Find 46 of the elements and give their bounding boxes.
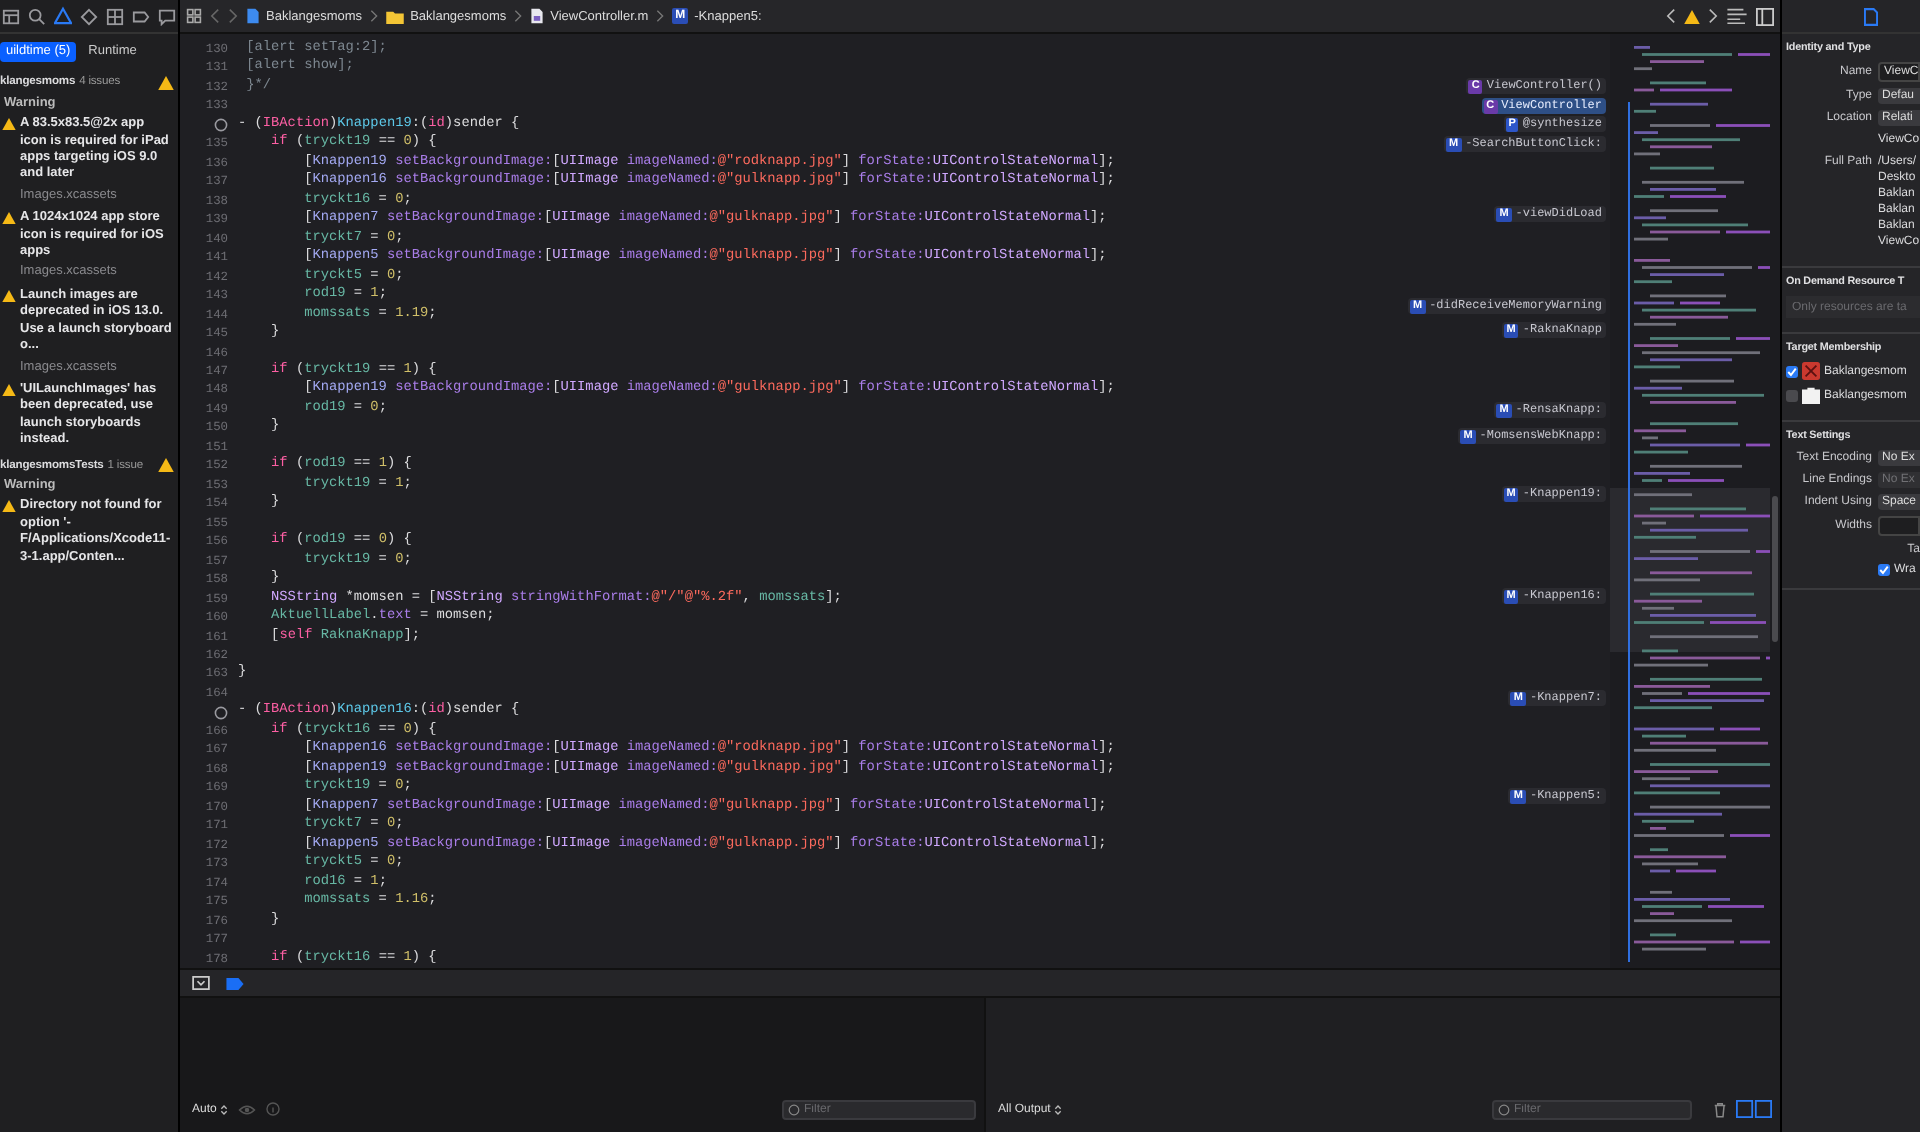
warning-icon [158,458,174,473]
tray-icon[interactable] [192,976,210,990]
checkbox[interactable] [1786,365,1798,377]
chevron-right-icon [370,8,379,24]
bubble-icon[interactable] [158,7,176,25]
warning-icon [158,76,174,91]
chevron-right-icon[interactable] [1708,8,1718,24]
split-view-icon[interactable] [1736,1100,1772,1118]
filter-icon [788,1103,800,1115]
warning-icon [2,289,16,302]
file-icon [530,8,545,24]
file-icon[interactable] [1864,7,1878,25]
panel-icon[interactable] [1756,7,1774,25]
grid-icon[interactable] [106,7,124,25]
folder-icon [386,9,405,23]
input-field[interactable] [1878,516,1920,536]
warning-icon [2,212,16,225]
chevron-right-icon [514,8,523,24]
scrollbar-thumb[interactable] [1772,496,1778,642]
checkbox[interactable] [1878,564,1890,576]
checkbox[interactable] [1786,389,1798,401]
app-icon [1802,362,1820,380]
connection-circle-icon[interactable] [214,705,228,720]
warning-icon[interactable] [54,6,72,26]
filter-icon [1498,1103,1510,1115]
tests-icon [1802,386,1820,404]
document-icon [246,8,260,24]
chevron-right-icon [656,8,665,24]
connection-circle-icon[interactable] [214,118,228,133]
breakpoint-tag-icon[interactable] [226,977,244,989]
chevron-left-icon[interactable] [1666,8,1676,24]
search-icon[interactable] [28,7,46,25]
eye-icon[interactable] [238,1103,257,1115]
tag-icon[interactable] [132,7,150,25]
trash-icon[interactable] [1714,1101,1726,1117]
updown-icon [1054,1103,1063,1115]
lines-icon[interactable] [1726,8,1748,24]
updown-icon [220,1103,229,1115]
warning-icon[interactable] [1684,9,1700,23]
grid-icon[interactable] [186,8,202,24]
hierarchy-icon[interactable] [2,7,20,25]
warning-icon [2,383,16,396]
info-icon[interactable] [266,1102,281,1116]
warning-icon [2,500,16,513]
diamond-icon[interactable] [80,7,98,25]
warning-icon [2,118,16,131]
